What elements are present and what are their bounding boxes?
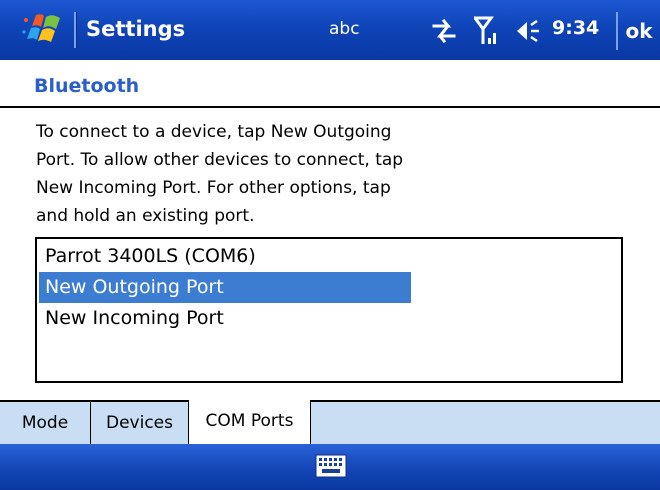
instructions-text: To connect to a device, tap New Outgoing… — [36, 118, 496, 230]
menu-bar — [0, 444, 660, 490]
instructions-line: New Incoming Port. For other options, ta… — [36, 178, 391, 198]
instructions-line: and hold an existing port. — [36, 206, 255, 226]
list-item-parrot-com6[interactable]: Parrot 3400LS (COM6) — [39, 241, 411, 272]
list-item-new-outgoing-port[interactable]: New Outgoing Port — [39, 272, 411, 303]
volume-icon[interactable] — [515, 19, 543, 43]
page-header: Bluetooth — [0, 60, 660, 108]
windows-start-icon[interactable] — [22, 12, 66, 48]
keyboard-icon[interactable] — [315, 453, 347, 479]
com-port-list[interactable]: Parrot 3400LS (COM6) New Outgoing Port N… — [35, 237, 623, 383]
title-bar: Settings abc 9:34 ok — [0, 0, 660, 60]
instructions-line: To connect to a device, tap New Outgoing — [36, 122, 392, 142]
input-mode-indicator[interactable]: abc — [329, 19, 360, 39]
instructions-line: Port. To allow other devices to connect,… — [36, 150, 404, 170]
tab-com-ports[interactable]: COM Ports — [188, 400, 311, 444]
title-divider — [74, 12, 77, 48]
connectivity-icon[interactable] — [430, 17, 458, 45]
signal-strength-icon[interactable] — [474, 16, 498, 46]
app-title: Settings — [86, 17, 186, 41]
page-title: Bluetooth — [34, 75, 140, 97]
clock[interactable]: 9:34 — [552, 17, 599, 39]
ok-button[interactable]: ok — [616, 12, 660, 50]
list-item-new-incoming-port[interactable]: New Incoming Port — [39, 303, 411, 334]
tab-strip: Mode Devices COM Ports — [0, 400, 660, 444]
tab-mode[interactable]: Mode — [0, 402, 91, 444]
tab-devices[interactable]: Devices — [91, 402, 189, 444]
